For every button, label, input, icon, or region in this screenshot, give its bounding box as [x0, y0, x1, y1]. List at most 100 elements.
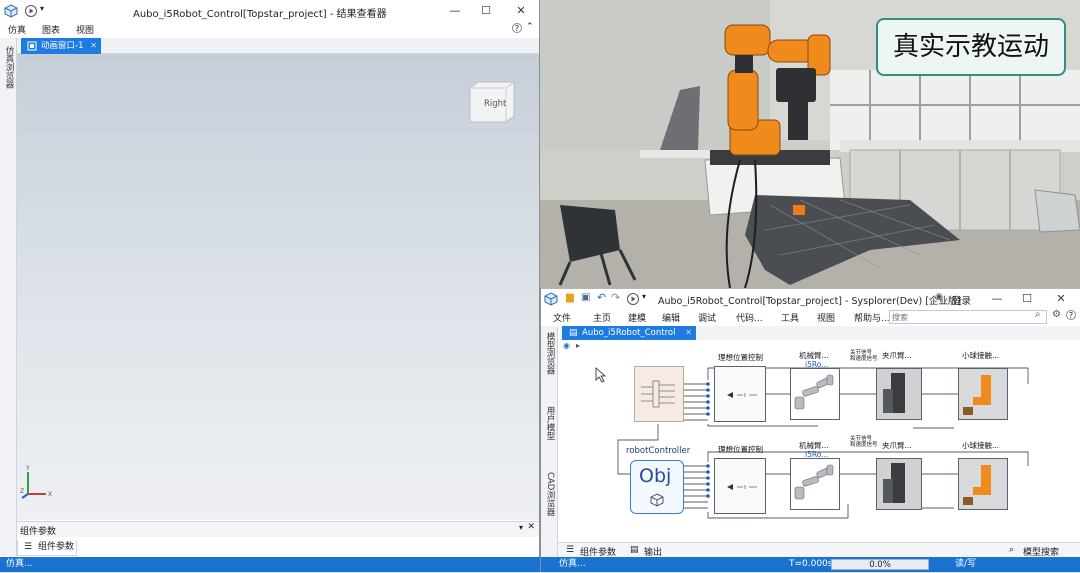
menu-bar: 仿真 图表 视图 ? ⌃ [0, 22, 539, 37]
ideal-position-control-label-2: 理想位置控制 [718, 445, 763, 454]
component-params-tab[interactable]: ☰ 组件参数 [17, 540, 77, 556]
model-browser-label[interactable]: 模型浏览器 [544, 332, 556, 375]
redo-icon[interactable]: ↷ [611, 291, 620, 304]
collapse-ribbon-icon[interactable]: ⌃ [526, 22, 534, 32]
menu-edit[interactable]: 编辑 [662, 311, 680, 324]
status-text: 仿真... [6, 559, 33, 569]
menu-simulation[interactable]: 仿真 [8, 23, 26, 36]
tab-animation-label: 动画窗口-1 [41, 41, 84, 51]
bus-icon [641, 380, 675, 408]
maximize-button[interactable]: ☐ [473, 2, 499, 20]
simulate-icon[interactable] [626, 292, 640, 306]
close-button[interactable]: ✕ [1048, 290, 1074, 308]
robot-scene-icon [959, 369, 1007, 419]
ball-contact-block-1[interactable] [958, 368, 1008, 420]
simulation-progress-bar: 0.0% [831, 559, 929, 570]
joint-signal-note-2: 关节信号 和速度信号 [850, 436, 878, 448]
search-input[interactable] [889, 310, 1047, 324]
menu-code[interactable]: 代码... [736, 311, 763, 324]
minimize-button[interactable]: — [984, 290, 1010, 308]
status-bar: 仿真... [0, 557, 540, 572]
tab-close-icon[interactable]: ✕ [685, 326, 692, 340]
bottom-panel-tabs: ☰ 组件参数 ▤ 输出 ⌕ 模型搜索 [558, 542, 1080, 558]
ball-contact-title-2: 小球接触... [962, 441, 1000, 450]
rw-mode: 读/写 [955, 559, 977, 569]
cad-browser-label[interactable]: CAD浏览器 [544, 472, 556, 516]
menu-tools[interactable]: 工具 [781, 311, 799, 324]
tab-animation-window[interactable]: 动画窗口-1 ✕ [21, 38, 101, 54]
window-title: Aubo_i5Robot_Control[Topstar_project] - … [658, 296, 962, 307]
input-signal-block[interactable] [634, 366, 684, 422]
minimize-button[interactable]: — [442, 2, 468, 20]
model-diagram-canvas[interactable]: 理想位置控制 机械臂... i5Ro... 关节信号 和速度信号 夹爪臂... … [558, 350, 1080, 541]
quick-access-dropdown-icon[interactable]: ▾ [40, 4, 44, 13]
app-cube-icon [4, 4, 18, 18]
controller-obj-text: Obj [639, 465, 672, 487]
menu-help[interactable]: 帮助与... [854, 311, 890, 324]
status-bar: 仿真... T=0.000s 0.0% 读/写 [541, 557, 1080, 572]
ball-contact-title-1: 小球接触... [962, 351, 1000, 360]
gripper-title-2: 夹爪臂... [882, 441, 912, 450]
maximize-button[interactable]: ☐ [1014, 290, 1040, 308]
user-model-label[interactable]: 用户模型 [544, 406, 556, 440]
axis-triad-icon: X Y Z [20, 465, 52, 499]
robot-arm-block-1[interactable] [790, 368, 840, 420]
animation-viewport[interactable] [17, 54, 539, 520]
controller-symbol-icon [727, 392, 757, 398]
ball-contact-block-2[interactable] [958, 458, 1008, 510]
sim-browser-label[interactable]: 仿真浏览器 [3, 46, 15, 89]
menu-home[interactable]: 主页 [593, 311, 611, 324]
close-button[interactable]: ✕ [508, 2, 534, 20]
ideal-position-control-label-1: 理想位置控制 [718, 353, 763, 362]
sysplorer-window: ▆ ▣ ↶ ↷ ▾ Aubo_i5Robot_Control[Topstar_p… [540, 288, 1080, 572]
settings-gear-icon[interactable]: ⚙ [1052, 309, 1061, 320]
menu-view[interactable]: 视图 [76, 23, 94, 36]
save-icon[interactable]: ▣ [581, 292, 590, 303]
search-icon[interactable]: ⌕ [1035, 309, 1041, 320]
help-icon[interactable]: ? [1066, 310, 1076, 320]
panel-dropdown-icon[interactable]: ▾ [519, 523, 523, 532]
video-caption: 真实示教运动 [876, 18, 1066, 76]
animation-tab-icon [27, 41, 37, 51]
help-icon[interactable]: ? [512, 23, 522, 33]
output-icon: ▤ [630, 545, 639, 555]
tab-close-icon[interactable]: ✕ [90, 38, 97, 54]
open-folder-icon[interactable]: ▆ [566, 292, 574, 303]
gripper-icon [877, 459, 921, 509]
right-side-panel: 模型浏览器 用户模型 CAD浏览器 [541, 326, 558, 557]
menu-debug[interactable]: 调试 [698, 311, 716, 324]
ideal-position-control-block-1[interactable] [714, 366, 766, 422]
animation-tab-bar: 动画窗口-1 ✕ [17, 38, 539, 54]
quick-access-dropdown-icon[interactable]: ▾ [642, 292, 646, 301]
axis-x-label: X [48, 491, 52, 498]
login-link[interactable]: 登录 [952, 293, 971, 307]
sim-time: T=0.000s [789, 559, 833, 569]
robot-arm-icon [794, 464, 834, 500]
robot-scene-icon [959, 459, 1007, 509]
axis-z-label: Z [20, 488, 24, 495]
robot-arm-block-2[interactable] [790, 458, 840, 510]
panel-close-icon[interactable]: ✕ [527, 522, 535, 532]
tab-model[interactable]: ▤ Aubo_i5Robot_Control ✕ [562, 326, 696, 340]
tab-model-label: Aubo_i5Robot_Control [582, 328, 676, 338]
component-params-panel-header: 组件参数 ▾ ✕ [17, 521, 539, 537]
forward-icon[interactable]: ▸ [576, 341, 580, 350]
user-icon[interactable]: ◉ [935, 292, 943, 302]
robot-controller-label: robotController [626, 446, 691, 456]
gripper-block-1[interactable] [876, 368, 922, 420]
ideal-position-control-block-2[interactable] [714, 458, 766, 514]
menu-modeling[interactable]: 建模 [628, 311, 646, 324]
undo-icon[interactable]: ↶ [597, 291, 606, 304]
component-params-title: 组件参数 [20, 527, 57, 537]
joint-signal-note-1: 关节信号 和速度信号 [850, 350, 878, 362]
play-icon[interactable] [24, 4, 38, 18]
menu-chart[interactable]: 图表 [42, 23, 60, 36]
menu-view[interactable]: 视图 [817, 311, 835, 324]
model-tab-bar: ▤ Aubo_i5Robot_Control ✕ [560, 326, 1080, 340]
result-viewer-titlebar: ▾ Aubo_i5Robot_Control[Topstar_project] … [0, 0, 539, 22]
list-icon: ☰ [566, 545, 575, 555]
gripper-block-2[interactable] [876, 458, 922, 510]
robot-controller-block[interactable]: Obj [630, 460, 684, 514]
menu-file[interactable]: 文件 [553, 311, 571, 324]
home-icon[interactable]: ◉ [563, 341, 570, 350]
